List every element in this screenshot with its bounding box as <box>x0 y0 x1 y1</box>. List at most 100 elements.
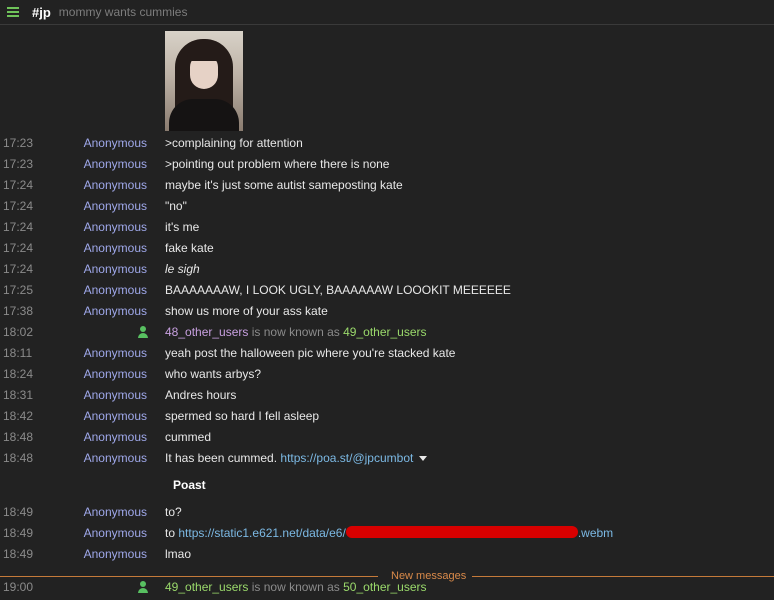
message-text: It has been cummed. https://poa.st/@jpcu… <box>165 448 428 468</box>
nick[interactable]: Anonymous <box>84 154 147 174</box>
timestamp: 18:48 <box>3 430 34 444</box>
message-row: 18:11 Anonymous yeah post the halloween … <box>0 343 774 363</box>
old-nick[interactable]: 48_other_users <box>165 325 248 339</box>
timestamp: 17:24 <box>3 241 34 255</box>
message-text: cummed <box>165 430 212 444</box>
new-nick[interactable]: 49_other_users <box>343 325 426 339</box>
message-row: 17:24 Anonymous it's me <box>0 217 774 237</box>
message-row: 18:24 Anonymous who wants arbys? <box>0 364 774 384</box>
nick-change-row: 18:02 48_other_users is now known as 49_… <box>0 322 774 342</box>
message-row: 18:49 Anonymous lmao <box>0 544 774 564</box>
message-text: maybe it's just some autist sameposting … <box>165 178 403 192</box>
timestamp: 17:23 <box>3 136 34 150</box>
timestamp: 17:24 <box>3 178 34 192</box>
old-nick[interactable]: 49_other_users <box>165 580 248 594</box>
nick-change-text: 48_other_users is now known as 49_other_… <box>165 322 427 342</box>
message-text: BAAAAAAAW, I LOOK UGLY, BAAAAAAW LOOOKIT… <box>165 283 511 297</box>
nick[interactable]: Anonymous <box>84 544 147 564</box>
message-row: 17:24 Anonymous le sigh <box>0 259 774 279</box>
timestamp: 18:48 <box>3 451 34 465</box>
link-preview-title[interactable]: Poast <box>173 478 206 492</box>
message-text: yeah post the halloween pic where you're… <box>165 346 456 360</box>
message-log[interactable]: 17:23 Anonymous >complaining for attenti… <box>0 25 774 600</box>
timestamp: 17:23 <box>3 157 34 171</box>
message-text: spermed so hard I fell asleep <box>165 409 320 423</box>
message-row: 17:23 Anonymous >complaining for attenti… <box>0 133 774 153</box>
message-link-suffix[interactable]: .webm <box>578 526 613 540</box>
message-text: lmao <box>165 547 192 561</box>
channel-name: #jp <box>32 4 51 20</box>
timestamp: 18:24 <box>3 367 34 381</box>
timestamp: 17:38 <box>3 304 34 318</box>
redaction-mark <box>345 526 578 538</box>
message-text: >complaining for attention <box>165 136 303 150</box>
message-text: fake kate <box>165 241 214 255</box>
timestamp: 18:11 <box>3 346 33 360</box>
nick[interactable]: Anonymous <box>84 301 147 321</box>
message-body: to <box>165 526 176 540</box>
message-row: 18:48 Anonymous It has been cummed. http… <box>0 448 774 468</box>
user-icon <box>138 581 148 593</box>
message-text: le sigh <box>165 262 200 276</box>
new-nick[interactable]: 50_other_users <box>343 580 426 594</box>
message-text: show us more of your ass kate <box>165 304 328 318</box>
nick[interactable]: Anonymous <box>84 502 147 522</box>
hamburger-icon[interactable] <box>7 7 19 17</box>
message-row: 18:42 Anonymous spermed so hard I fell a… <box>0 406 774 426</box>
message-text: it's me <box>165 220 200 234</box>
message-text: "no" <box>165 199 187 213</box>
nick[interactable]: Anonymous <box>84 448 147 468</box>
message-row: 18:49 Anonymous to? <box>0 502 774 522</box>
message-body: It has been cummed. <box>165 451 278 465</box>
message-row: 18:48 Anonymous cummed <box>0 427 774 447</box>
message-row: 18:49 Anonymous to https://static1.e621.… <box>0 523 774 543</box>
nick[interactable]: Anonymous <box>84 280 147 300</box>
user-icon <box>138 326 148 338</box>
message-row: 17:24 Anonymous fake kate <box>0 238 774 258</box>
nick[interactable]: Anonymous <box>84 238 147 258</box>
message-text: to? <box>165 505 182 519</box>
message-row: 18:31 Anonymous Andres hours <box>0 385 774 405</box>
message-text: who wants arbys? <box>165 367 262 381</box>
nick-change-text: 49_other_users is now known as 50_other_… <box>165 577 427 597</box>
message-row: 17:24 Anonymous maybe it's just some aut… <box>0 175 774 195</box>
timestamp: 19:00 <box>3 580 34 594</box>
timestamp: 17:24 <box>3 199 34 213</box>
image-thumbnail[interactable] <box>165 31 243 131</box>
timestamp: 17:24 <box>3 220 34 234</box>
nick[interactable]: Anonymous <box>84 133 147 153</box>
message-row: 17:24 Anonymous "no" <box>0 196 774 216</box>
nick[interactable]: Anonymous <box>84 175 147 195</box>
nick-change-label: is now known as <box>251 325 340 339</box>
channel-header: #jp mommy wants cummies <box>0 0 774 25</box>
message-link-prefix[interactable]: https://static1.e621.net/data/e6/ <box>178 526 345 540</box>
timestamp: 18:31 <box>3 388 34 402</box>
timestamp: 17:24 <box>3 262 34 276</box>
channel-topic: mommy wants cummies <box>58 5 188 19</box>
nick[interactable]: Anonymous <box>84 427 147 447</box>
message-row: 17:25 Anonymous BAAAAAAAW, I LOOK UGLY, … <box>0 280 774 300</box>
timestamp: 18:49 <box>3 526 34 540</box>
nick[interactable]: Anonymous <box>84 343 147 363</box>
nick[interactable]: Anonymous <box>84 385 147 405</box>
nick-change-row: 19:00 49_other_users is now known as 50_… <box>0 577 774 597</box>
nick[interactable]: Anonymous <box>84 217 147 237</box>
nick[interactable]: Anonymous <box>84 196 147 216</box>
message-text: Andres hours <box>165 388 237 402</box>
timestamp: 18:49 <box>3 547 34 561</box>
message-text: to https://static1.e621.net/data/e6/ .web… <box>165 523 613 543</box>
timestamp: 18:49 <box>3 505 34 519</box>
nick-change-label: is now known as <box>251 580 340 594</box>
message-row: 17:38 Anonymous show us more of your ass… <box>0 301 774 321</box>
nick[interactable]: Anonymous <box>84 523 147 543</box>
caret-down-icon[interactable] <box>419 456 428 461</box>
message-link[interactable]: https://poa.st/@jpcumbot <box>280 451 413 465</box>
nick[interactable]: Anonymous <box>84 259 147 279</box>
nick[interactable]: Anonymous <box>84 364 147 384</box>
message-text: >pointing out problem where there is non… <box>165 157 390 171</box>
message-row: 17:23 Anonymous >pointing out problem wh… <box>0 154 774 174</box>
timestamp: 17:25 <box>3 283 34 297</box>
timestamp: 18:02 <box>3 325 34 339</box>
nick[interactable]: Anonymous <box>84 406 147 426</box>
timestamp: 18:42 <box>3 409 34 423</box>
